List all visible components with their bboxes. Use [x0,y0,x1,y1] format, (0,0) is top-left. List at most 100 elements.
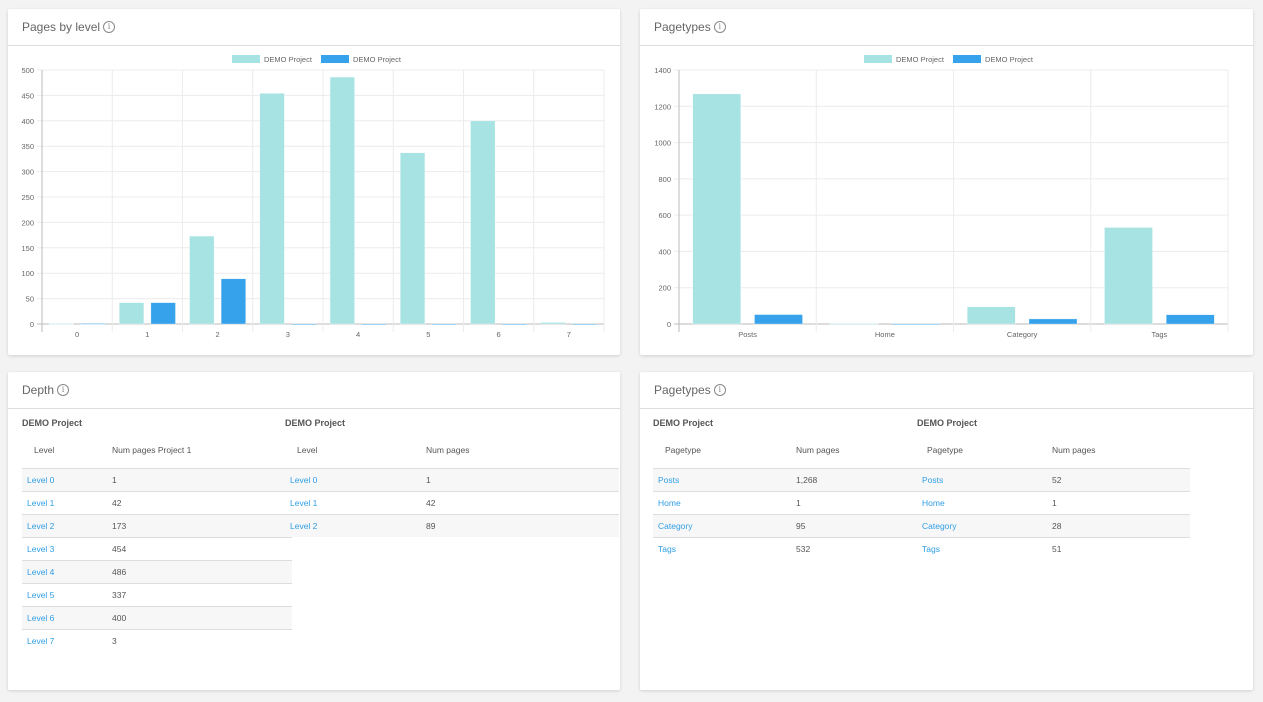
y-tick-label: 0 [30,320,34,329]
bar-series1 [259,93,285,325]
row-link[interactable]: Level 6 [27,613,54,623]
column-header: Num pages [426,432,619,469]
bar-series1 [540,322,566,325]
column-header: Num pages [1052,432,1190,469]
bar-series1 [400,152,426,325]
cell-label: Home [917,491,1052,515]
depth-table-project-1: Level Num pages Project 1 Level 0 1 Level 1 4… [22,432,292,652]
cell-value: 95 [796,514,929,538]
row-link[interactable]: Posts [658,475,679,485]
y-tick-label: 600 [658,211,671,220]
cell-value: 1 [796,491,929,515]
row-link[interactable]: Level 3 [27,544,54,554]
y-tick-label: 200 [21,218,34,227]
table-row: Level 0 1 [285,468,619,492]
row-link[interactable]: Level 2 [290,521,317,531]
bar-series2 [754,314,803,325]
table-row: Home 1 [917,491,1190,515]
row-link[interactable]: Level 0 [290,475,317,485]
cell-label: Level 6 [22,606,112,630]
info-icon[interactable]: i [103,21,116,33]
x-tick-label: Posts [738,330,757,339]
table-row: Posts 52 [917,468,1190,492]
y-tick-label: 400 [658,247,671,256]
row-link[interactable]: Level 0 [27,475,54,485]
row-link[interactable]: Home [922,498,945,508]
column-header: Num pages [796,432,929,469]
y-tick-label: 800 [658,175,671,184]
row-link[interactable]: Category [922,521,957,531]
table-row: Level 6 400 [22,606,292,630]
cell-label: Level 7 [22,630,112,653]
cell-label: Tags [653,538,796,561]
table-row: Level 5 337 [22,583,292,607]
x-tick-label: 3 [286,330,290,339]
y-tick-label: 250 [21,193,34,202]
x-tick-label: 5 [426,330,430,339]
legend-label: DEMO Project [985,55,1034,64]
cell-label: Level 1 [22,491,112,515]
project-title: DEMO Project [653,418,714,428]
cell-value: 28 [1052,514,1190,538]
depth-card: Depth i DEMO Project Level Num pages Proje… [8,372,620,690]
table-row: Level 7 3 [22,630,292,653]
cell-label: Tags [917,538,1052,561]
y-tick-label: 300 [21,168,34,177]
pagetypes-chart-card: Pagetypes i 0 200 400 600 800 1000 1200 1400 Pos… [640,9,1253,355]
info-icon[interactable]: i [713,21,726,33]
table-row: Posts 1,268 [653,468,929,492]
pagetypes-chart: 0 200 400 600 800 1000 1200 1400 Posts Home Catego… [654,55,1229,339]
row-link[interactable]: Level 7 [27,636,54,646]
cell-label: Level 0 [22,468,112,492]
y-tick-label: 1400 [654,66,671,75]
column-header: Num pages Project 1 [112,432,292,469]
y-tick-label: 100 [21,269,34,278]
pages-by-level-chart: 0 50 100 150 200 250 300 350 400 450 500 0 1 2 3 4 5 6 7 DE… [21,55,605,339]
row-link[interactable]: Level 5 [27,590,54,600]
x-tick-label: 7 [567,330,571,339]
pagetype-table-project-2: Pagetype Num pages Posts 52 Home 1 Category 28 T… [917,432,1190,560]
row-link[interactable]: Tags [658,544,676,554]
row-link[interactable]: Category [658,521,693,531]
bar-series2 [291,323,317,326]
bar-series1 [48,323,74,325]
table-row: Category 95 [653,514,929,538]
cell-label: Level 5 [22,583,112,607]
row-link[interactable]: Tags [922,544,940,554]
cell-label: Level 1 [285,491,426,515]
y-tick-label: 1200 [654,102,671,111]
cell-label: Posts [653,468,796,492]
legend-label: DEMO Project [353,55,402,64]
cell-label: Posts [917,468,1052,492]
cell-value: 1 [426,468,619,492]
row-link[interactable]: Level 1 [290,498,317,508]
row-link[interactable]: Level 2 [27,521,54,531]
cell-label: Level 2 [285,514,426,537]
bar-series1 [189,235,215,325]
card-header: Pagetypes i [640,9,1253,46]
table-row: Level 4 486 [22,560,292,584]
project-title: DEMO Project [917,418,978,428]
row-link[interactable]: Posts [922,475,943,485]
row-link[interactable]: Level 4 [27,567,54,577]
info-icon[interactable]: i [713,384,726,396]
bar-series1 [470,120,496,325]
bar-series2 [572,323,598,326]
table-row: Level 2 89 [285,514,619,537]
table-row: Level 0 1 [22,468,292,492]
row-link[interactable]: Level 1 [27,498,54,508]
cell-value: 1,268 [796,468,929,492]
y-tick-label: 1000 [654,139,671,148]
legend-swatch [953,55,981,63]
column-header: Pagetype [917,432,1052,469]
cell-value: 89 [426,514,619,537]
info-icon[interactable]: i [57,384,70,396]
x-tick-label: 0 [75,330,79,339]
column-header: Level [22,432,112,469]
y-tick-label: 0 [667,320,671,329]
legend-label: DEMO Project [264,55,313,64]
table-row: Level 2 173 [22,514,292,538]
row-link[interactable]: Home [658,498,681,508]
x-tick-label: 2 [216,330,220,339]
bar-series2 [1028,318,1078,325]
